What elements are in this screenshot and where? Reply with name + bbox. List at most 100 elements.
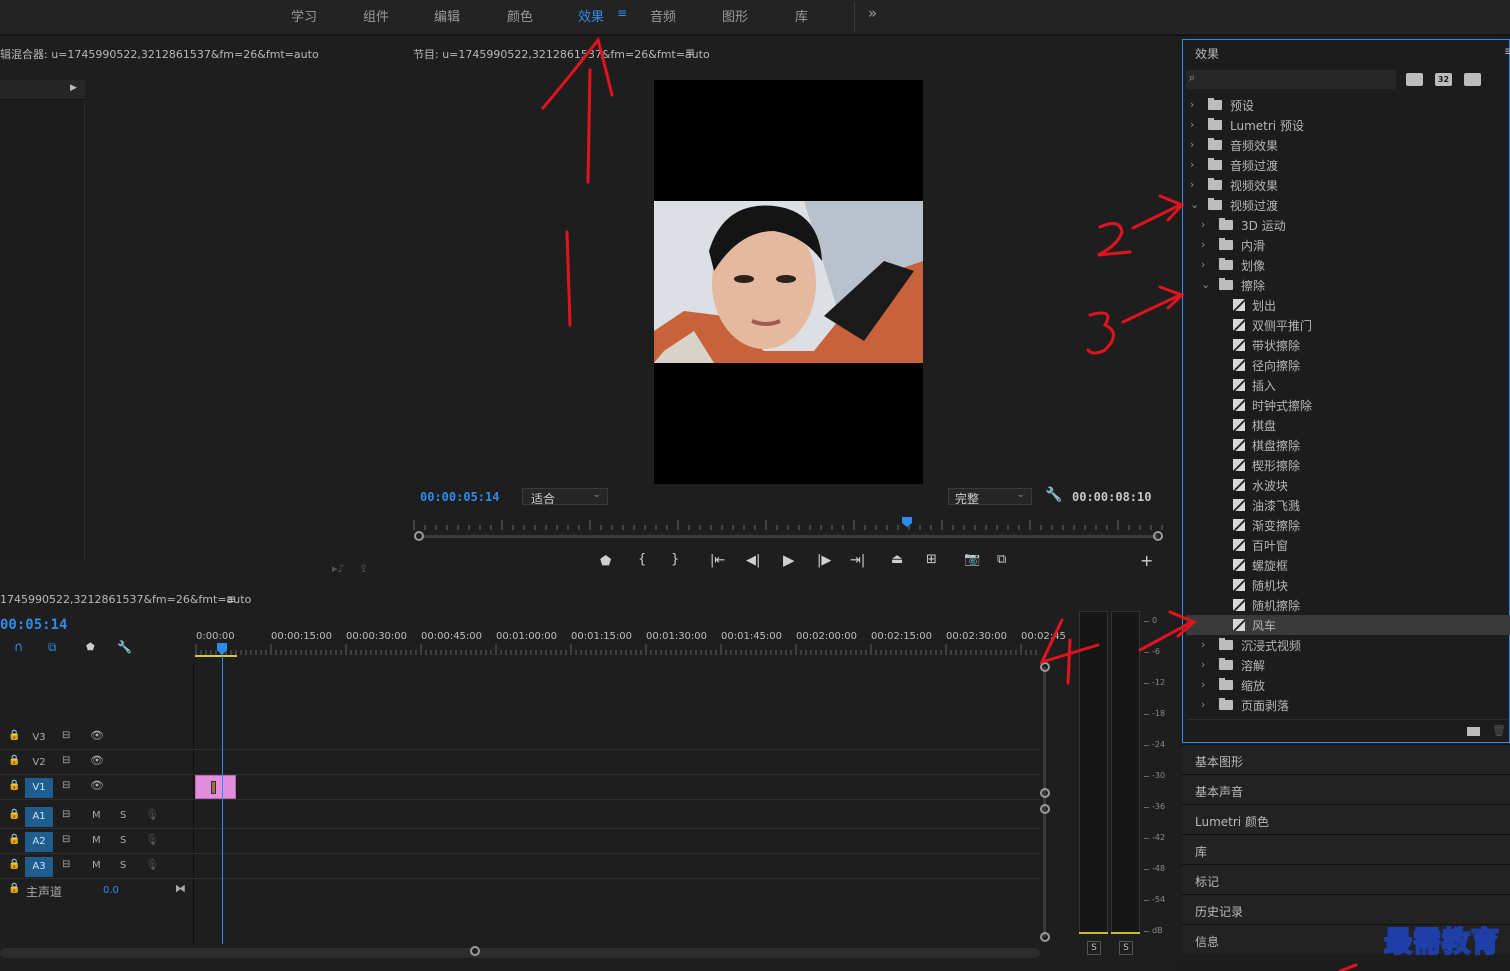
chevron-right-icon[interactable]: › [1190, 178, 1194, 191]
effect-item[interactable]: 径向擦除 [1186, 355, 1510, 375]
eye-icon[interactable]: 👁 [90, 754, 104, 767]
effect-item[interactable]: 渐变擦除 [1186, 515, 1510, 535]
effect-folder[interactable]: › 音频效果 [1186, 135, 1510, 155]
chevron-right-icon[interactable]: › [1190, 158, 1194, 171]
sync-lock-icon[interactable]: ⊟ [62, 834, 70, 845]
effect-item[interactable]: 棋盘擦除 [1186, 435, 1510, 455]
effect-item[interactable]: 百叶窗 [1186, 535, 1510, 555]
wrench-icon[interactable]: 🔧 [117, 640, 132, 654]
lock-icon[interactable]: 🔒 [8, 859, 20, 870]
solo-right-button[interactable]: S [1119, 941, 1133, 955]
microphone-icon[interactable]: 🎙 [145, 833, 159, 846]
effect-folder[interactable]: › 划像 [1186, 255, 1510, 275]
add-marker-icon[interactable]: ⬟ [600, 554, 611, 569]
track-target[interactable]: V3 [25, 728, 53, 748]
eye-icon[interactable]: 👁 [90, 729, 104, 742]
mute-button[interactable]: M [92, 835, 101, 846]
effect-folder[interactable]: › 内滑 [1186, 235, 1510, 255]
linked-selection-icon[interactable]: ⧉ [48, 640, 57, 655]
panel-menu-icon[interactable]: ≡ [226, 592, 236, 606]
master-volume-value[interactable]: 0.0 [103, 885, 119, 896]
go-to-out-icon[interactable]: ⇥| [850, 553, 865, 568]
chevron-right-icon[interactable]: › [1190, 118, 1194, 131]
effect-folder[interactable]: ⌄ 视频过渡 [1186, 195, 1510, 215]
collapsed-panel[interactable]: 基本声音 [1182, 774, 1510, 804]
step-back-icon[interactable]: ◀| [746, 553, 760, 568]
mark-in-icon[interactable]: { [638, 552, 646, 567]
step-forward-icon[interactable]: |▶ [817, 553, 831, 568]
sync-lock-icon[interactable]: ⊟ [62, 755, 70, 766]
scroll-handle-right[interactable] [1153, 531, 1163, 541]
effect-item[interactable]: 双侧平推门 [1186, 315, 1510, 335]
horizontal-scrollbar[interactable] [0, 948, 1040, 958]
chevron-right-icon[interactable]: › [1190, 98, 1194, 111]
panel-menu-icon[interactable]: ≡ [1504, 44, 1510, 58]
quality-dropdown[interactable]: 完整 ⌄ [948, 488, 1032, 506]
collapsed-panel[interactable]: 标记 [1182, 864, 1510, 894]
32bit-effects-icon[interactable]: 32 [1435, 73, 1452, 86]
scroll-handle-left[interactable] [414, 531, 424, 541]
effect-item[interactable]: 随机擦除 [1186, 595, 1510, 615]
go-to-end-icon[interactable]: ⧓ [175, 882, 186, 895]
vertical-scrollbar[interactable] [1043, 667, 1046, 937]
collapsed-panel[interactable]: 库 [1182, 834, 1510, 864]
scroll-handle[interactable] [1040, 932, 1050, 942]
tab-learn[interactable]: 学习 [291, 6, 317, 25]
scroll-handle[interactable] [1040, 804, 1050, 814]
effect-item[interactable]: 棋盘 [1186, 415, 1510, 435]
snap-icon[interactable]: ∩ [14, 640, 24, 655]
scroll-handle[interactable] [470, 946, 480, 956]
scroll-handle[interactable] [1040, 662, 1050, 672]
sync-lock-icon[interactable]: ⊟ [62, 809, 70, 820]
menu-icon[interactable]: ≡ [617, 6, 627, 20]
effect-folder[interactable]: › 页面剥落 [1186, 695, 1510, 715]
accelerated-effects-icon[interactable] [1406, 73, 1423, 86]
lock-icon[interactable]: 🔒 [8, 780, 20, 791]
go-to-in-icon[interactable]: |⇤ [710, 553, 725, 568]
chevron-right-icon[interactable]: › [1201, 658, 1205, 671]
solo-button[interactable]: S [120, 835, 126, 846]
work-area-bar[interactable] [195, 655, 237, 657]
chevron-down-icon[interactable]: ⌄ [1190, 198, 1199, 211]
effect-folder[interactable]: › 缩放 [1186, 675, 1510, 695]
play-icon[interactable]: ▶ [783, 551, 795, 569]
wrench-icon[interactable]: 🔧 [1045, 487, 1062, 503]
effect-item[interactable]: 风车 [1186, 615, 1510, 635]
track-target[interactable]: A3 [25, 857, 53, 877]
collapsed-panel[interactable]: Lumetri 颜色 [1182, 804, 1510, 834]
video-clip[interactable] [195, 775, 236, 799]
tab-assembly[interactable]: 组件 [363, 6, 389, 25]
mute-button[interactable]: M [92, 860, 101, 871]
compare-view-icon[interactable]: ⧉ [997, 552, 1006, 567]
scroll-handle[interactable] [1040, 788, 1050, 798]
mute-button[interactable]: M [92, 810, 101, 821]
collapsed-panel[interactable]: 基本图形 [1182, 744, 1510, 774]
solo-button[interactable]: S [120, 860, 126, 871]
effect-folder[interactable]: › 预设 [1186, 95, 1510, 115]
effects-search-input[interactable]: ⌕ [1186, 70, 1396, 89]
export-frame-icon[interactable]: 📷 [964, 552, 980, 567]
track-target[interactable]: A1 [25, 807, 53, 827]
play-arrow-icon[interactable]: ▶ [70, 83, 77, 93]
lock-icon[interactable]: 🔒 [8, 834, 20, 845]
effect-folder[interactable]: › 溶解 [1186, 655, 1510, 675]
tab-color[interactable]: 颜色 [507, 6, 533, 25]
chevron-right-icon[interactable]: › [1190, 138, 1194, 151]
solo-button[interactable]: S [120, 810, 126, 821]
timeline-timecode[interactable]: 00:05:14 [0, 617, 67, 633]
add-marker-icon[interactable]: ⬟ [86, 642, 95, 653]
yuv-effects-icon[interactable] [1464, 73, 1481, 86]
effect-item[interactable]: 时钟式擦除 [1186, 395, 1510, 415]
tab-editing[interactable]: 编辑 [434, 6, 460, 25]
chevron-right-icon[interactable]: › [1201, 678, 1205, 691]
panel-menu-icon[interactable]: ≡ [685, 45, 695, 59]
sync-lock-icon[interactable]: ⊟ [62, 780, 70, 791]
lift-icon[interactable]: ⏏ [891, 552, 903, 567]
sync-lock-icon[interactable]: ⊟ [62, 859, 70, 870]
chevron-right-icon[interactable]: › [1201, 218, 1205, 231]
monitor-ruler[interactable] [412, 518, 1164, 530]
effect-item[interactable]: 油漆飞溅 [1186, 495, 1510, 515]
microphone-icon[interactable]: 🎙 [145, 808, 159, 821]
chevron-right-icon[interactable]: › [1201, 698, 1205, 711]
audio-output-icon[interactable]: ▸♪ [332, 562, 345, 575]
